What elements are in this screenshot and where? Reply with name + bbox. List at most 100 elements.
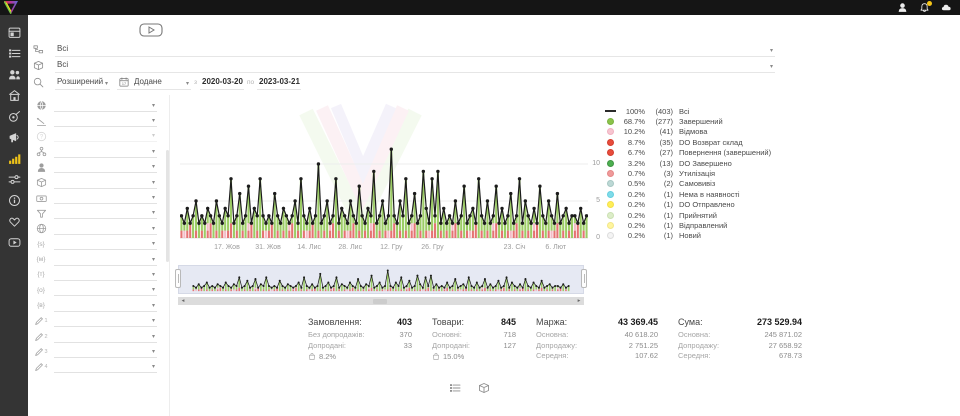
- status-filter-select[interactable]: ▾: [54, 207, 157, 219]
- funnel-stage-filter-row: ▾: [28, 113, 169, 128]
- legend-percent: 3.2%: [617, 159, 645, 168]
- legend-item[interactable]: 0.5%(2)Самовивіз: [603, 179, 771, 189]
- chevron-down-icon: ▾: [105, 80, 108, 88]
- horizontal-scrollbar[interactable]: ◂ ▸: [178, 297, 584, 305]
- stat-subrow: Допродажу:27 658.92: [678, 341, 802, 352]
- brush-mini-chart[interactable]: [178, 265, 584, 294]
- nav-sales[interactable]: [0, 106, 28, 127]
- legend-label: Новий: [679, 231, 701, 240]
- legend-percent: 0.2%: [617, 190, 645, 199]
- scrollbar-thumb[interactable]: [373, 299, 387, 304]
- country-filter-select[interactable]: ▾: [54, 100, 157, 112]
- legend-item[interactable]: 0.2%(1)Новий: [603, 231, 771, 241]
- nav-marketing[interactable]: [0, 127, 28, 148]
- heart-icon: [8, 215, 21, 228]
- nav-clients[interactable]: [0, 64, 28, 85]
- sliders-icon: [8, 173, 21, 186]
- legend-item[interactable]: 3.2%(13)DO Завершено: [603, 158, 771, 168]
- manager-filter-select[interactable]: ▾: [54, 161, 157, 173]
- funnel-stage-filter-select[interactable]: ▾: [54, 115, 157, 127]
- manager-filter-row: ▾: [28, 160, 169, 175]
- main-chart[interactable]: [180, 102, 588, 240]
- x-tick-label: 6. Лют: [534, 244, 578, 251]
- source-select[interactable]: Всі ▾: [55, 43, 775, 57]
- nav-settings[interactable]: [0, 169, 28, 190]
- pencil-icon: 2: [28, 332, 54, 342]
- legend-label: Утилізація: [679, 169, 715, 178]
- website-filter-select[interactable]: ▾: [54, 223, 157, 235]
- stat-subvalue: 33: [404, 341, 412, 352]
- product-filter-select[interactable]: ▾: [54, 177, 157, 189]
- legend-item[interactable]: 10.2%(41)Відмова: [603, 127, 771, 137]
- nav-orders[interactable]: [0, 43, 28, 64]
- custom-v-filter-icon: {в}: [28, 302, 54, 309]
- notifications-bell-icon[interactable]: [918, 2, 930, 14]
- nav-partners[interactable]: [0, 211, 28, 232]
- nav-about[interactable]: [0, 190, 28, 211]
- custom-t-filter-select[interactable]: ▾: [54, 269, 157, 281]
- megaphone-icon: [8, 131, 21, 144]
- brand-logo-icon[interactable]: [4, 1, 18, 14]
- search-mode-select[interactable]: Розширений ▾: [55, 76, 110, 90]
- legend-item[interactable]: 6.7%(27)Повернення (завершений): [603, 148, 771, 158]
- payment-filter-select[interactable]: ▾: [54, 192, 157, 204]
- legend-percent: 8.7%: [617, 138, 645, 147]
- list-icon: [8, 47, 21, 60]
- legend-label: Нема в наявності: [679, 190, 740, 199]
- stat-subvalue: 2 751.25: [629, 341, 658, 352]
- sidebar-scrollbar[interactable]: [166, 150, 169, 262]
- list-view-toggle[interactable]: [449, 382, 461, 394]
- custom-field-2-filter-select[interactable]: ▾: [54, 331, 157, 343]
- user-avatar-icon[interactable]: [896, 2, 908, 14]
- custom-s-filter-select[interactable]: ▾: [54, 238, 157, 250]
- scroll-left-arrow-icon[interactable]: ◂: [179, 297, 187, 305]
- legend-dot-swatch: [603, 201, 617, 208]
- custom-field-4-filter-select[interactable]: ▾: [54, 361, 157, 373]
- legend-label: Відмова: [679, 127, 707, 136]
- presentation-icon[interactable]: [139, 23, 163, 37]
- custom-o-filter-select[interactable]: ▾: [54, 284, 157, 296]
- legend-item[interactable]: 0.2%(1)DO Отправлено: [603, 200, 771, 210]
- stat-subrow: Допродані:127: [432, 341, 516, 352]
- chevron-down-icon: ▾: [770, 63, 773, 71]
- source-tree-icon: [33, 44, 44, 55]
- custom-field-1-filter-select[interactable]: ▾: [54, 315, 157, 327]
- scroll-right-arrow-icon[interactable]: ▸: [575, 297, 583, 305]
- product-view-toggle[interactable]: [478, 382, 490, 394]
- upsell-rate-badge: 8.2%: [308, 352, 412, 361]
- nav-videos[interactable]: [0, 232, 28, 253]
- analytics-dashboard: Всі ▾ Всі ▾ Розширений ▾ 17 Додане ▾ з 2…: [0, 0, 960, 416]
- brush-right-handle[interactable]: [581, 269, 587, 288]
- date-field-select[interactable]: 17 Додане ▾: [117, 76, 191, 90]
- legend-item[interactable]: 8.7%(35)DO Возврат склад: [603, 137, 771, 147]
- legend-item[interactable]: 68.7%(277)Завершений: [603, 116, 771, 126]
- help-filter-select[interactable]: ▾: [54, 130, 157, 142]
- custom-field-3-filter-select[interactable]: ▾: [54, 346, 157, 358]
- legend-percent: 6.7%: [617, 148, 645, 157]
- date-from-input[interactable]: 2020-03-20: [200, 76, 244, 90]
- funnel-icon: [28, 208, 54, 219]
- nav-store[interactable]: [0, 85, 28, 106]
- stat-title: Сума:: [678, 317, 703, 327]
- legend-item[interactable]: 0.7%(3)Утилізація: [603, 168, 771, 178]
- legend-item[interactable]: 0.2%(1)Прийнятий: [603, 210, 771, 220]
- stat-value: 403: [397, 317, 412, 327]
- brush-left-handle[interactable]: [175, 269, 181, 288]
- custom-m-filter-select[interactable]: ▾: [54, 254, 157, 266]
- product-select[interactable]: Всі ▾: [55, 59, 775, 73]
- date-to-input[interactable]: 2023-03-21: [257, 76, 301, 90]
- custom-v-filter-select[interactable]: ▾: [54, 300, 157, 312]
- chart-legend: 100%(403)Всі68.7%(277)Завершений10.2%(41…: [603, 106, 771, 241]
- legend-item[interactable]: 0.2%(1)Відправлений: [603, 220, 771, 230]
- payment-filter-row: ▾: [28, 190, 169, 205]
- stat-sublabel: Допродані:: [308, 341, 346, 352]
- legend-item[interactable]: 0.2%(1)Нема в наявності: [603, 189, 771, 199]
- structure-filter-select[interactable]: ▾: [54, 146, 157, 158]
- legend-item[interactable]: 100%(403)Всі: [603, 106, 771, 116]
- globe-dark-icon: [28, 100, 54, 111]
- nav-analytics[interactable]: [0, 148, 28, 169]
- stat-subrow: Без допродажів:370: [308, 330, 412, 341]
- nav-dashboard[interactable]: [0, 22, 28, 43]
- pencil-icon: 1: [28, 316, 54, 326]
- cloud-icon[interactable]: [940, 2, 952, 14]
